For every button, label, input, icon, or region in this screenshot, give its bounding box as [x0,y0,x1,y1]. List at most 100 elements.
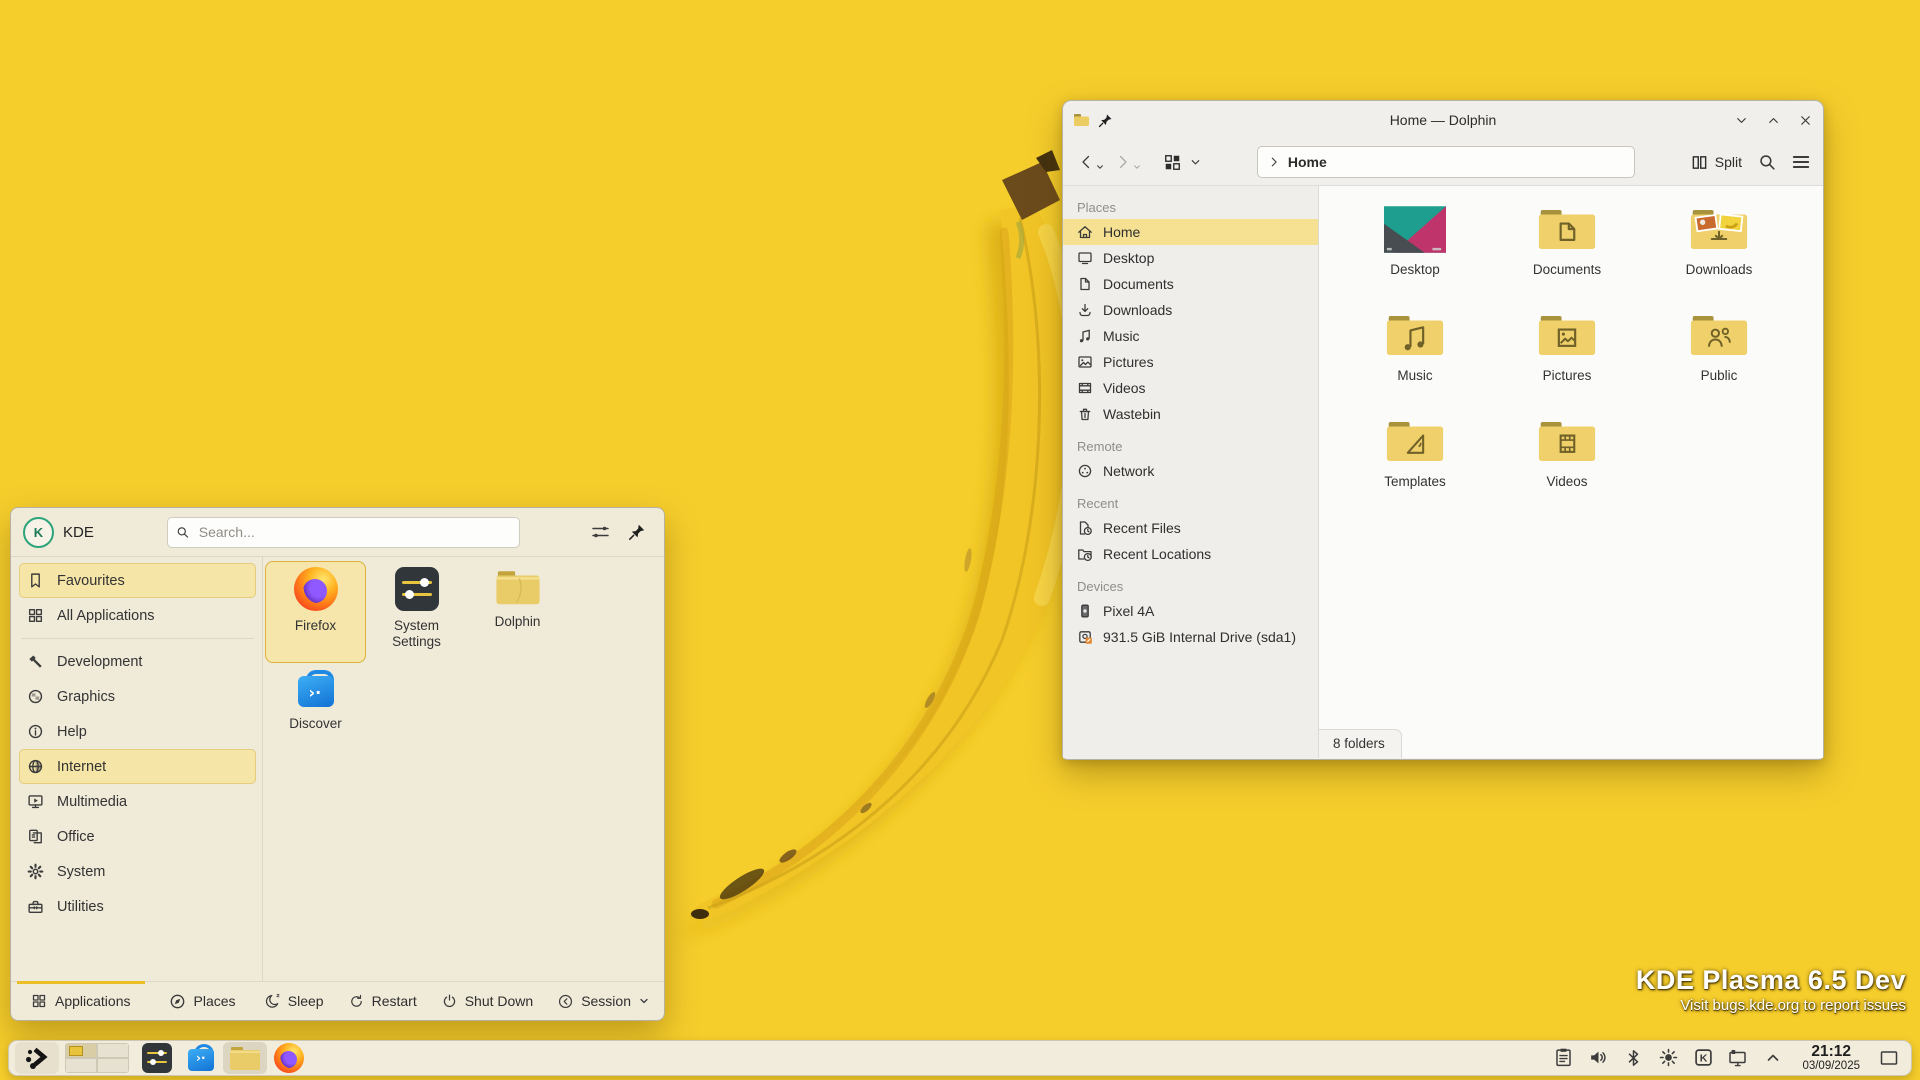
brightness-icon[interactable] [1656,1045,1680,1071]
split-button[interactable]: Split [1689,150,1744,175]
place-label: Recent Files [1103,520,1181,536]
desktop-preview-thumbnail [1384,206,1446,253]
minimize-button[interactable] [1733,112,1749,128]
section-header-places: Places [1063,194,1318,219]
place-downloads[interactable]: Downloads [1063,297,1318,323]
desktop-icon [1077,250,1093,266]
pager-desktop-2[interactable] [98,1044,128,1057]
place-home[interactable]: Home [1063,219,1318,245]
view-mode-button[interactable] [1161,151,1203,174]
back-button[interactable] [1075,151,1106,173]
task-dolphin[interactable] [223,1042,267,1074]
task-firefox[interactable] [267,1042,311,1074]
app-launcher-button[interactable] [15,1042,59,1074]
session-button[interactable]: Session [557,993,650,1010]
category-favourites[interactable]: Favourites [19,563,256,598]
digital-clock[interactable]: 21:12 03/09/2025 [1802,1044,1860,1072]
forward-button[interactable] [1112,151,1143,173]
k-app-badge-icon[interactable]: K [1691,1045,1715,1071]
all-apps-grid-icon [31,993,47,1009]
hamburger-menu-icon[interactable] [1791,152,1811,172]
restart-button[interactable]: Restart [348,993,417,1010]
search-box[interactable] [167,517,520,548]
place-desktop[interactable]: Desktop [1063,245,1318,271]
pager-desktop-1[interactable] [66,1044,96,1057]
folder-tile-music[interactable]: Music [1339,304,1491,408]
tab-applications[interactable]: Applications [21,982,141,1020]
device-pixel-4a[interactable]: Pixel 4A [1063,598,1318,624]
task-system-settings[interactable] [135,1042,179,1074]
place-network[interactable]: Network [1063,458,1318,484]
location-bar[interactable]: Home [1257,146,1635,178]
folder-tile-pictures[interactable]: Pictures [1491,304,1643,408]
dolphin-folder-view[interactable]: Desktop Documents [1319,186,1823,758]
pager-desktop-3[interactable] [66,1059,96,1072]
display-settings-icon[interactable] [1726,1045,1750,1071]
place-videos[interactable]: Videos [1063,375,1318,401]
folder-tile-downloads[interactable]: Downloads [1643,198,1795,302]
tab-places[interactable]: Places [159,982,246,1020]
category-system[interactable]: System [19,854,256,889]
app-tile-dolphin[interactable]: Dolphin [467,561,568,663]
bluetooth-icon[interactable] [1621,1045,1645,1071]
pin-icon[interactable] [1098,113,1113,128]
pin-icon[interactable] [628,523,646,541]
folder-tile-templates[interactable]: Templates [1339,410,1491,514]
folder-tile-desktop[interactable]: Desktop [1339,198,1491,302]
place-recent-locations[interactable]: Recent Locations [1063,541,1318,567]
folder-templates-icon [1386,418,1444,464]
category-development[interactable]: Development [19,644,256,679]
folder-tile-documents[interactable]: Documents [1491,198,1643,302]
avatar[interactable]: K [23,517,54,548]
pager-desktop-4[interactable] [98,1059,128,1072]
shutdown-button[interactable]: Shut Down [441,993,533,1010]
category-internet[interactable]: Internet [19,749,256,784]
place-label: Home [1103,224,1140,240]
breadcrumb[interactable]: Home [1288,154,1327,170]
app-tile-discover[interactable]: ›· Discover [265,663,366,765]
picture-icon [1077,354,1093,370]
section-header-remote: Remote [1063,433,1318,458]
close-button[interactable] [1797,112,1813,128]
app-label: System Settings [380,618,454,649]
place-recent-files[interactable]: Recent Files [1063,515,1318,541]
place-label: Recent Locations [1103,546,1211,562]
app-tile-system-settings[interactable]: System Settings [366,561,467,663]
show-desktop-button[interactable] [1877,1045,1901,1071]
folder-tile-videos[interactable]: Videos [1491,410,1643,514]
place-music[interactable]: Music [1063,323,1318,349]
category-utilities[interactable]: Utilities [19,889,256,924]
category-label: Graphics [57,689,115,705]
app-tile-firefox[interactable]: Firefox [265,561,366,663]
category-graphics[interactable]: Graphics [19,679,256,714]
place-documents[interactable]: Documents [1063,271,1318,297]
device-internal-drive[interactable]: 931.5 GiB Internal Drive (sda1) [1063,624,1318,650]
sleep-button[interactable]: Sleep [264,993,324,1010]
audio-volume-icon[interactable] [1586,1045,1610,1071]
task-discover[interactable]: ›· [179,1042,223,1074]
category-office[interactable]: Office [19,819,256,854]
category-label: Help [57,724,87,740]
plasma-app-launcher-icon [23,1044,51,1072]
user-name: KDE [63,524,94,541]
search-icon[interactable] [1758,153,1777,172]
category-all-applications[interactable]: All Applications [19,598,256,633]
maximize-button[interactable] [1765,112,1781,128]
system-tray: K 21:12 03/09/2025 [1551,1044,1905,1072]
dolphin-folder-icon [229,1045,261,1071]
place-wastebin[interactable]: Wastebin [1063,401,1318,427]
folder-tile-public[interactable]: Public [1643,304,1795,408]
plasma-branding: KDE Plasma 6.5 Dev Visit bugs.kde.org to… [1636,965,1906,1014]
category-help[interactable]: Help [19,714,256,749]
dolphin-titlebar[interactable]: Home — Dolphin [1063,101,1823,139]
clock-time: 21:12 [1802,1044,1860,1060]
configure-sliders-icon[interactable] [590,522,610,542]
expand-tray-chevron-icon[interactable] [1761,1045,1785,1071]
clipboard-icon[interactable] [1551,1045,1575,1071]
search-input[interactable] [197,523,511,541]
place-label: Downloads [1103,302,1172,318]
place-pictures[interactable]: Pictures [1063,349,1318,375]
avatar-letter: K [34,525,43,540]
category-multimedia[interactable]: Multimedia [19,784,256,819]
virtual-desktop-pager[interactable] [65,1043,129,1073]
